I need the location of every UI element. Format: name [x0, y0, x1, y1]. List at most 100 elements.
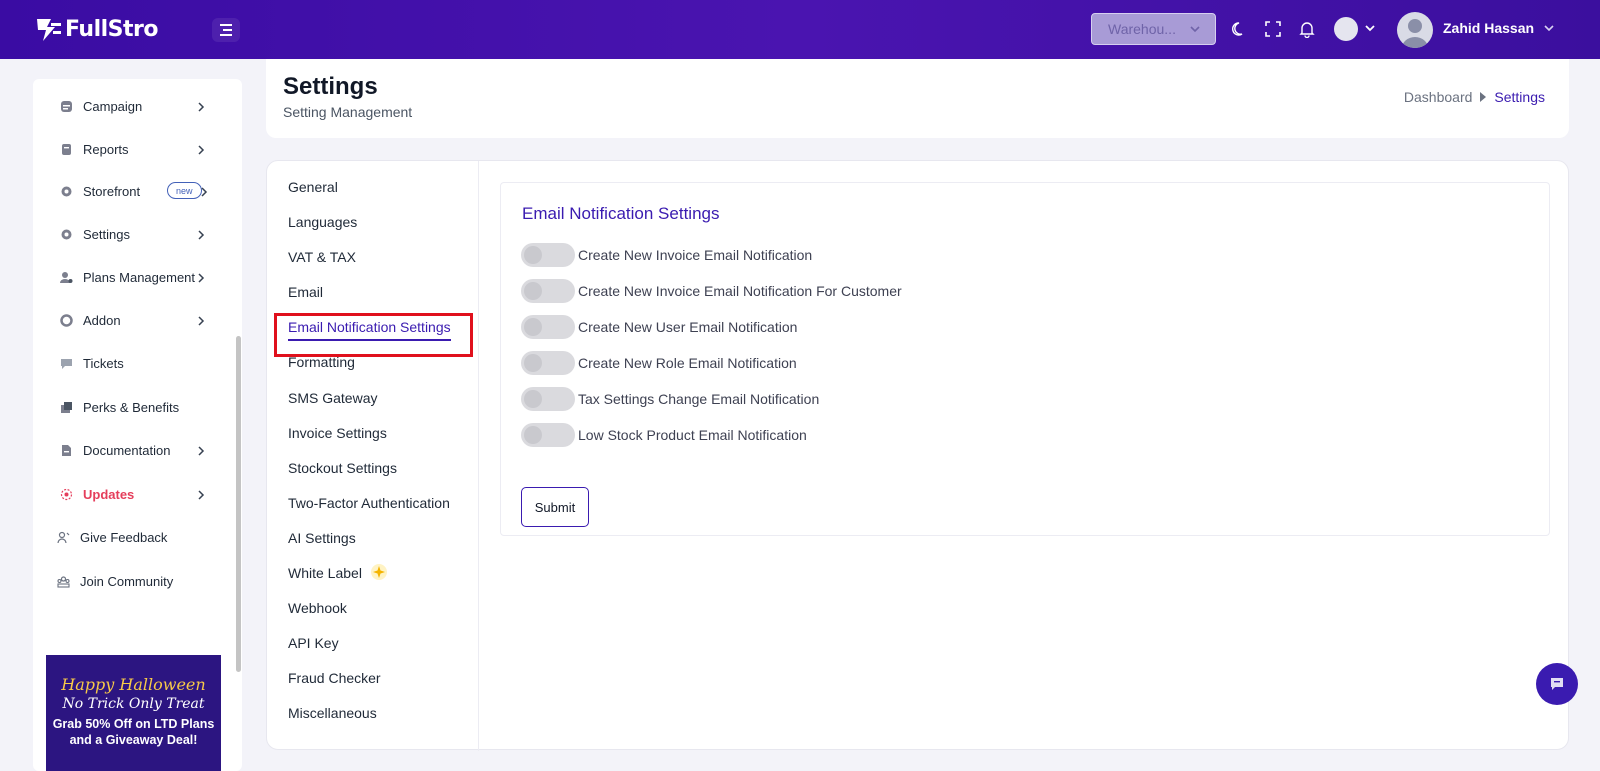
chevron-down-icon[interactable]	[1543, 21, 1555, 35]
breadcrumb-current: Settings	[1494, 89, 1545, 105]
settings-menu-ai-settings[interactable]: AI Settings	[288, 528, 356, 548]
chevron-right-icon	[198, 230, 205, 240]
documentation-icon	[59, 443, 73, 457]
sidebar-item-label: Updates	[83, 486, 135, 502]
sidebar-item-storefront[interactable]: Storefront new	[33, 176, 242, 206]
settings-menu-sms-gateway[interactable]: SMS Gateway	[288, 388, 377, 408]
sidebar-item-label: Give Feedback	[80, 529, 168, 545]
toggle-row: Tax Settings Change Email Notification	[521, 387, 819, 411]
sidebar-item-plans-management[interactable]: Plans Management	[33, 262, 242, 292]
promo-line-1: Happy Halloween	[61, 675, 206, 694]
sidebar-item-join-community[interactable]: Join Community	[33, 566, 242, 596]
settings-menu-languages[interactable]: Languages	[288, 212, 357, 232]
page-title: Settings	[283, 73, 378, 100]
settings-menu-invoice-settings[interactable]: Invoice Settings	[288, 423, 387, 443]
fullscreen-icon	[1265, 21, 1281, 37]
settings-menu-api-key[interactable]: API Key	[288, 633, 339, 653]
hamburger-icon	[220, 24, 232, 36]
toggle-label: Low Stock Product Email Notification	[578, 427, 807, 443]
sidebar-item-tickets[interactable]: Tickets	[33, 348, 242, 378]
settings-card: General Languages VAT & TAX Email Email …	[266, 160, 1569, 751]
logo-text: FullStro	[65, 16, 159, 42]
promo-banner[interactable]: Happy Halloween No Trick Only Treat Grab…	[46, 655, 221, 771]
settings-menu-email[interactable]: Email	[288, 282, 323, 302]
chevron-right-icon	[198, 273, 205, 283]
chevron-right-icon	[198, 145, 205, 155]
settings-menu-email-notification[interactable]: Email Notification Settings	[288, 317, 451, 341]
tickets-icon	[59, 356, 73, 370]
chat-button[interactable]	[1536, 663, 1578, 705]
toggle-label: Create New Role Email Notification	[578, 355, 797, 371]
sidebar-item-label: Settings	[83, 226, 130, 242]
breadcrumb-dashboard-link[interactable]: Dashboard	[1404, 89, 1473, 105]
invoice-customer-email-toggle[interactable]	[521, 279, 575, 303]
sidebar-item-updates[interactable]: Updates	[33, 479, 242, 509]
settings-menu-formatting[interactable]: Formatting	[288, 352, 355, 372]
settings-menu-webhook[interactable]: Webhook	[288, 598, 347, 618]
language-flag-button[interactable]	[1334, 17, 1358, 41]
settings-menu-white-label[interactable]: White Label	[288, 563, 388, 583]
sidebar-item-documentation[interactable]: Documentation	[33, 435, 242, 465]
user-avatar-icon	[1402, 19, 1428, 48]
sidebar-item-give-feedback[interactable]: Give Feedback	[33, 522, 242, 552]
toggle-row: Create New Invoice Email Notification Fo…	[521, 279, 902, 303]
sidebar-item-reports[interactable]: Reports	[33, 134, 242, 164]
settings-menu-stockout-settings[interactable]: Stockout Settings	[288, 458, 397, 478]
low-stock-email-toggle[interactable]	[521, 423, 575, 447]
invoice-email-toggle[interactable]	[521, 243, 575, 267]
sidebar-item-label: Plans Management	[83, 269, 196, 285]
tax-settings-email-toggle[interactable]	[521, 387, 575, 411]
sidebar-item-campaign[interactable]: Campaign	[33, 91, 242, 121]
chevron-down-icon[interactable]	[1364, 21, 1376, 35]
sidebar-item-settings[interactable]: Settings	[33, 219, 242, 249]
dark-mode-button[interactable]	[1229, 19, 1249, 39]
settings-icon	[59, 227, 73, 241]
sidebar-item-label: Campaign	[83, 98, 143, 114]
plans-icon	[59, 270, 73, 284]
settings-menu-vat-tax[interactable]: VAT & TAX	[288, 247, 356, 267]
sidebar-item-label: Join Community	[80, 573, 174, 589]
fullscreen-button[interactable]	[1263, 19, 1283, 39]
toggle-label: Create New Invoice Email Notification Fo…	[578, 283, 902, 299]
toggle-row: Create New Role Email Notification	[521, 351, 797, 375]
page-header: Settings Setting Management Dashboard Se…	[266, 59, 1569, 138]
submit-button[interactable]: Submit	[521, 487, 589, 527]
avatar[interactable]	[1397, 12, 1433, 48]
chat-icon	[1551, 678, 1563, 690]
chevron-right-icon	[198, 446, 205, 456]
warehouse-select[interactable]: Warehou...	[1091, 13, 1216, 45]
settings-menu-miscellaneous[interactable]: Miscellaneous	[288, 703, 377, 723]
promo-line-3: Grab 50% Off on LTD Plans	[52, 717, 215, 731]
sidebar-item-addon[interactable]: Addon	[33, 305, 242, 335]
page-subtitle: Setting Management	[283, 104, 413, 120]
notifications-button[interactable]	[1297, 19, 1317, 39]
addon-icon	[59, 313, 73, 327]
toggle-row: Create New Invoice Email Notification	[521, 243, 812, 267]
logo[interactable]: FullStro	[33, 14, 159, 44]
settings-menu: General Languages VAT & TAX Email Email …	[267, 161, 479, 751]
breadcrumb: Dashboard Settings	[1404, 89, 1545, 105]
bell-icon	[1299, 21, 1315, 38]
toggle-row: Create New User Email Notification	[521, 315, 797, 339]
sidebar-item-label: Storefront	[83, 183, 141, 199]
promo-line-2: No Trick Only Treat	[62, 696, 205, 712]
white-label-text: White Label	[288, 565, 362, 581]
user-name[interactable]: Zahid Hassan	[1443, 20, 1534, 36]
perks-icon	[59, 400, 73, 414]
sidebar-item-perks-benefits[interactable]: Perks & Benefits	[33, 392, 242, 422]
community-icon	[56, 574, 70, 588]
warehouse-value: Warehou...	[1108, 21, 1176, 37]
sidebar-item-label: Perks & Benefits	[83, 399, 180, 415]
toggle-label: Tax Settings Change Email Notification	[578, 391, 820, 407]
settings-menu-two-factor[interactable]: Two-Factor Authentication	[288, 493, 450, 513]
chevron-right-icon	[198, 102, 205, 112]
settings-menu-general[interactable]: General	[288, 177, 338, 197]
storefront-icon	[59, 184, 73, 198]
feedback-icon	[56, 530, 70, 544]
toggle-row: Low Stock Product Email Notification	[521, 423, 807, 447]
sidebar-scrollbar[interactable]	[236, 336, 241, 672]
new-user-email-toggle[interactable]	[521, 315, 575, 339]
settings-menu-fraud-checker[interactable]: Fraud Checker	[288, 668, 381, 688]
menu-toggle-button[interactable]	[212, 18, 240, 42]
new-role-email-toggle[interactable]	[521, 351, 575, 375]
